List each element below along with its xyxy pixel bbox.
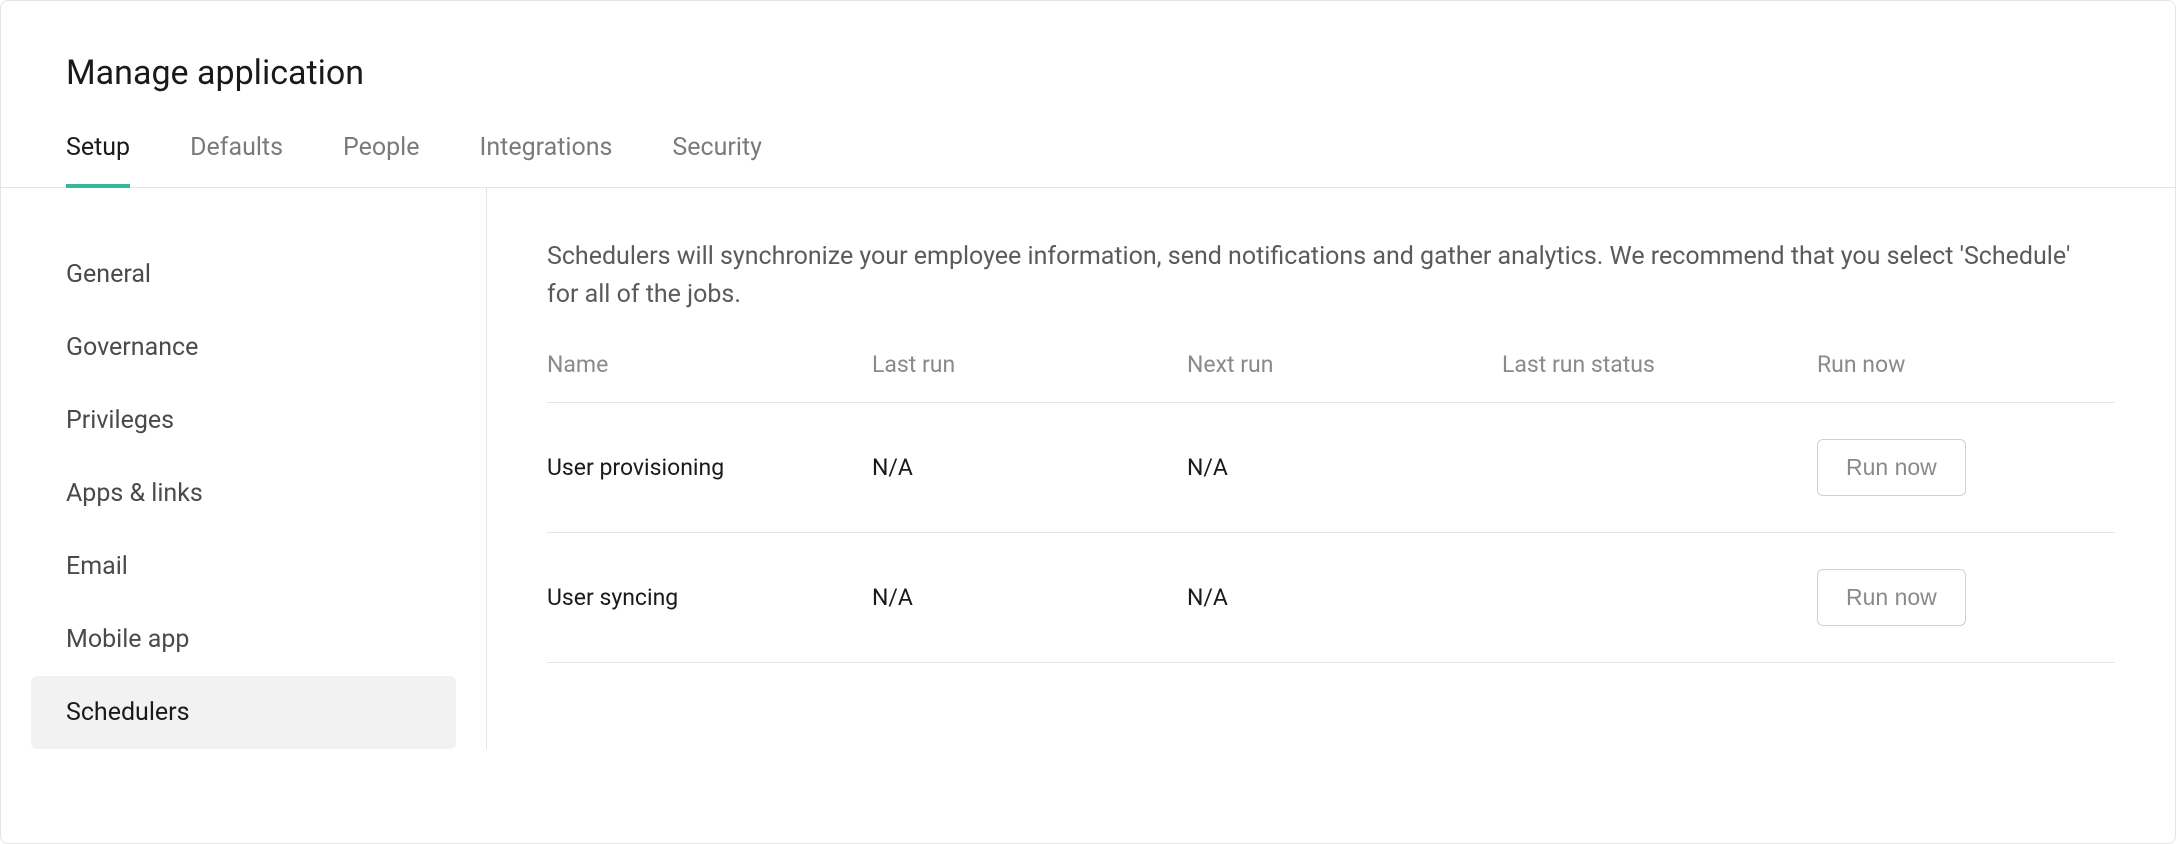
cell-next-run: N/A [1187, 454, 1502, 481]
sidebar-item-mobile-app[interactable]: Mobile app [31, 603, 456, 676]
tab-people[interactable]: People [343, 133, 420, 188]
cell-run-now: Run now [1817, 439, 2115, 496]
run-now-button[interactable]: Run now [1817, 439, 1966, 496]
sidebar-item-schedulers[interactable]: Schedulers [31, 676, 456, 749]
tab-setup[interactable]: Setup [66, 133, 130, 188]
page-title: Manage application [1, 1, 2175, 93]
sidebar-item-privileges[interactable]: Privileges [31, 384, 456, 457]
description: Schedulers will synchronize your employe… [547, 238, 2087, 313]
table-header: Name Last run Next run Last run status R… [547, 351, 2115, 403]
sidebar-item-email[interactable]: Email [31, 530, 456, 603]
header-next-run: Next run [1187, 351, 1502, 378]
cell-run-now: Run now [1817, 569, 2115, 626]
schedulers-table: Name Last run Next run Last run status R… [547, 351, 2115, 663]
cell-name: User syncing [547, 584, 872, 611]
sidebar-item-governance[interactable]: Governance [31, 311, 456, 384]
main-content: Schedulers will synchronize your employe… [487, 188, 2175, 749]
sidebar-item-general[interactable]: General [31, 238, 456, 311]
tabs: Setup Defaults People Integrations Secur… [1, 93, 2175, 188]
header-last-run-status: Last run status [1502, 351, 1817, 378]
header-name: Name [547, 351, 872, 378]
table-row: User provisioning N/A N/A Run now [547, 403, 2115, 533]
header-last-run: Last run [872, 351, 1187, 378]
tab-security[interactable]: Security [672, 133, 762, 188]
cell-last-run: N/A [872, 584, 1187, 611]
run-now-button[interactable]: Run now [1817, 569, 1966, 626]
cell-next-run: N/A [1187, 584, 1502, 611]
sidebar-item-apps-links[interactable]: Apps & links [31, 457, 456, 530]
cell-name: User provisioning [547, 454, 872, 481]
tab-defaults[interactable]: Defaults [190, 133, 283, 188]
tab-integrations[interactable]: Integrations [480, 133, 613, 188]
table-row: User syncing N/A N/A Run now [547, 533, 2115, 663]
cell-last-run: N/A [872, 454, 1187, 481]
header-run-now: Run now [1817, 351, 2115, 378]
sidebar: General Governance Privileges Apps & lin… [1, 188, 487, 749]
